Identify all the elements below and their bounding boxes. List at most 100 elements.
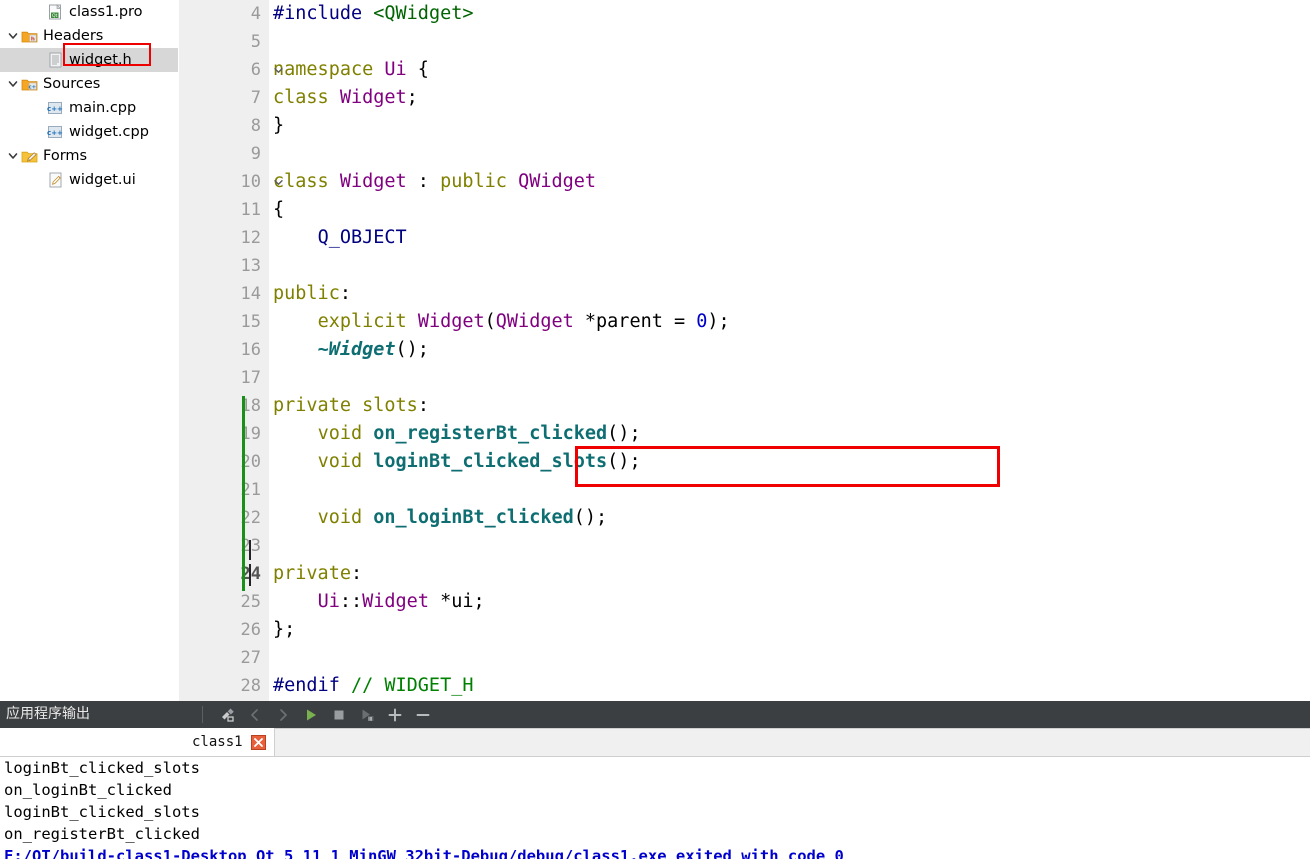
line-number-gutter: 4 5 6 7 8 9 10 11 12 13 14 15 16 17 18 19 20 21 22 23 24 25 26…	[179, 0, 283, 701]
line-number: 5	[250, 32, 261, 52]
code-line[interactable]: explicit Widget(QWidget *parent = 0);	[273, 308, 1310, 336]
line-number: 18	[240, 396, 261, 416]
line-number: 9	[250, 144, 261, 164]
code-line[interactable]: void loginBt_clicked_slots();	[273, 448, 1310, 476]
fold-chevron-down-icon[interactable]	[271, 56, 285, 84]
line-number: 15	[240, 312, 261, 332]
svg-text:c++: c++	[47, 105, 63, 113]
qt-creator-window: Qt class1.pro h Headers widget.h c+ Sources c++…	[0, 0, 1310, 859]
tree-item-widget-h[interactable]: widget.h	[0, 48, 178, 72]
code-line[interactable]	[273, 532, 1310, 560]
ui-file-icon	[46, 171, 64, 189]
qt-project-file-icon: Qt	[46, 3, 64, 21]
code-line[interactable]: class Widget;	[273, 84, 1310, 112]
tree-item-label: Headers	[43, 28, 104, 44]
code-line[interactable]: }	[273, 112, 1310, 140]
line-number: 14	[240, 284, 261, 304]
line-number: 8	[250, 116, 261, 136]
tree-item-headers[interactable]: h Headers	[0, 24, 178, 48]
clear-output-icon[interactable]	[214, 703, 240, 727]
zoom-in-icon[interactable]	[382, 703, 408, 727]
code-line[interactable]	[273, 476, 1310, 504]
line-number: 27	[240, 648, 261, 668]
output-tab-class1[interactable]: class1	[180, 728, 275, 756]
line-number: 23	[240, 536, 261, 556]
tree-item-label: Sources	[43, 76, 101, 92]
line-number: 22	[240, 508, 261, 528]
output-header-bar: 应用程序输出	[0, 701, 1310, 728]
svg-text:c+: c+	[28, 84, 36, 90]
tree-item-main-cpp[interactable]: c++ main.cpp	[0, 96, 178, 120]
line-number: 11	[240, 200, 261, 220]
cpp-file-icon: c++	[46, 99, 64, 117]
tree-item-class1-pro[interactable]: Qt class1.pro	[0, 0, 178, 24]
tabstrip-filler	[274, 728, 1310, 756]
code-line[interactable]	[273, 644, 1310, 672]
line-number: 17	[240, 368, 261, 388]
code-line[interactable]: };	[273, 616, 1310, 644]
console-line: on_registerBt_clicked	[4, 825, 200, 843]
line-number: 19	[240, 424, 261, 444]
stop-icon[interactable]	[326, 703, 352, 727]
code-line[interactable]: void on_registerBt_clicked();	[273, 420, 1310, 448]
prev-item-icon[interactable]	[242, 703, 268, 727]
run-icon[interactable]	[298, 703, 324, 727]
chevron-down-icon[interactable]	[6, 144, 20, 168]
console-status-line: F:/QT/build-class1-Desktop Qt 5 11 1 Min…	[4, 847, 844, 859]
tree-item-label: main.cpp	[69, 100, 137, 116]
fold-chevron-down-icon[interactable]	[271, 168, 285, 196]
line-number: 7	[250, 88, 261, 108]
tabstrip-left-gap	[0, 728, 180, 756]
console-line: loginBt_clicked_slots	[4, 803, 200, 821]
line-number: 12	[240, 228, 261, 248]
attach-debugger-icon[interactable]	[354, 703, 380, 727]
tree-item-sources[interactable]: c+ Sources	[0, 72, 178, 96]
line-number: 21	[240, 480, 261, 500]
tree-item-forms[interactable]: Forms	[0, 144, 178, 168]
close-icon[interactable]	[250, 734, 266, 750]
console-output[interactable]: loginBt_clicked_slots on_loginBt_clicked l…	[0, 757, 1310, 859]
code-line[interactable]: private slots:	[273, 392, 1310, 420]
line-number: 26	[240, 620, 261, 640]
line-number: 16	[240, 340, 261, 360]
console-line: loginBt_clicked_slots	[4, 759, 200, 777]
project-tree-panel[interactable]: Qt class1.pro h Headers widget.h c+ Sources c++…	[0, 0, 179, 701]
code-line[interactable]	[273, 252, 1310, 280]
code-line[interactable]: #endif // WIDGET_H	[273, 672, 1310, 700]
code-line[interactable]: Q_OBJECT	[273, 224, 1310, 252]
code-line[interactable]: public:	[273, 280, 1310, 308]
headers-folder-icon: h	[20, 27, 38, 45]
code-line[interactable]: class Widget : public QWidget	[273, 168, 1310, 196]
code-line[interactable]: void on_loginBt_clicked();	[273, 504, 1310, 532]
cpp-file-icon: c++	[46, 123, 64, 141]
line-number: 20	[240, 452, 261, 472]
sources-folder-icon: c+	[20, 75, 38, 93]
tree-item-label: widget.ui	[69, 172, 136, 188]
chevron-down-icon[interactable]	[6, 72, 20, 96]
code-line[interactable]: Ui::Widget *ui;	[273, 588, 1310, 616]
tree-item-label: widget.h	[69, 52, 132, 68]
svg-text:Qt: Qt	[52, 13, 58, 19]
line-number: 4	[250, 4, 261, 24]
code-line[interactable]: ~Widget();	[273, 336, 1310, 364]
modified-lines-change-bar	[242, 396, 245, 591]
forms-folder-icon	[20, 147, 38, 165]
code-line[interactable]: #include <QWidget>	[273, 0, 1310, 28]
code-line[interactable]	[273, 140, 1310, 168]
text-caret	[249, 564, 251, 586]
next-item-icon[interactable]	[270, 703, 296, 727]
line-number: 10	[179, 168, 283, 196]
tree-item-widget-ui[interactable]: widget.ui	[0, 168, 178, 192]
code-editor[interactable]: 4 5 6 7 8 9 10 11 12 13 14 15 16 17 18 19 20 21 22 23 24 25 26…	[179, 0, 1310, 701]
code-line[interactable]: private:	[273, 560, 1310, 588]
code-line[interactable]: {	[273, 196, 1310, 224]
chevron-down-icon[interactable]	[6, 24, 20, 48]
code-text-area[interactable]: #include <QWidget> namespace Ui {class W…	[269, 0, 1310, 701]
code-line[interactable]	[273, 364, 1310, 392]
tree-item-widget-cpp[interactable]: c++ widget.cpp	[0, 120, 178, 144]
output-tab-label: class1	[192, 734, 243, 750]
code-line[interactable]: namespace Ui {	[273, 56, 1310, 84]
code-line[interactable]	[273, 28, 1310, 56]
line-number: 24	[240, 564, 261, 584]
zoom-out-icon[interactable]	[410, 703, 436, 727]
